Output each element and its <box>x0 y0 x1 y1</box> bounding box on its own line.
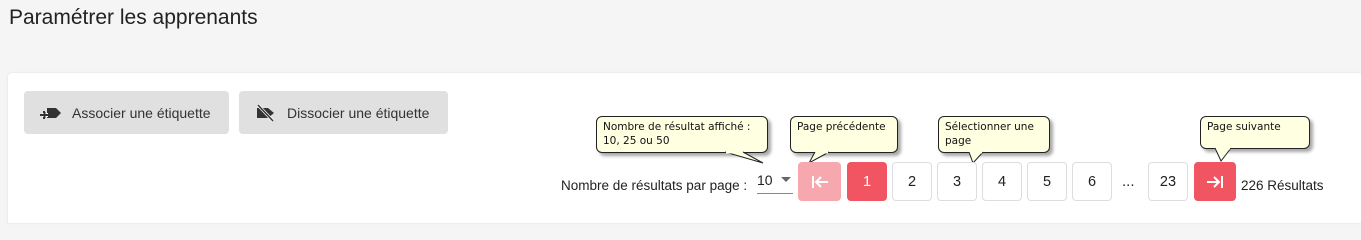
tag-off-icon <box>255 103 277 122</box>
first-page-icon <box>811 175 829 189</box>
tooltip-next-page: Page suivante <box>1200 116 1310 162</box>
associate-tag-button[interactable]: Associer une étiquette <box>24 91 229 134</box>
pagination-ellipsis: ... <box>1122 173 1135 190</box>
tooltip-next-page-text: Page suivante <box>1207 121 1281 133</box>
results-count: 226 Résultats <box>1241 178 1324 193</box>
page-number: 6 <box>1087 173 1097 190</box>
previous-page-button[interactable] <box>798 162 841 201</box>
tooltip-previous-page-text: Page précédente <box>797 121 886 133</box>
last-page-icon <box>1206 175 1224 189</box>
tooltip-select-page: Sélectionner une page <box>938 116 1050 164</box>
page-number: 3 <box>952 173 962 190</box>
per-page-value: 10 <box>757 171 773 188</box>
page-button-5[interactable]: 5 <box>1027 162 1067 201</box>
per-page-select[interactable]: 10 <box>757 166 793 194</box>
chevron-down-icon <box>780 177 791 182</box>
dissociate-tag-button[interactable]: Dissocier une étiquette <box>239 91 448 134</box>
page-number: 2 <box>907 173 917 190</box>
page-number: 4 <box>997 173 1007 190</box>
page-number: 23 <box>1159 173 1177 190</box>
associate-tag-label: Associer une étiquette <box>72 104 211 121</box>
tooltip-select-page-text: Sélectionner une page <box>945 121 1034 147</box>
page-button-2[interactable]: 2 <box>892 162 932 201</box>
tooltip-tail <box>1214 147 1232 162</box>
tooltip-previous-page: Page précédente <box>790 116 898 165</box>
page-button-1[interactable]: 1 <box>847 162 887 201</box>
page-title: Paramétrer les apprenants <box>9 6 258 29</box>
next-page-button[interactable] <box>1194 162 1236 201</box>
page-number: 1 <box>862 173 872 190</box>
page-button-4[interactable]: 4 <box>982 162 1022 201</box>
dissociate-tag-label: Dissocier une étiquette <box>287 104 430 121</box>
tooltip-tail <box>724 151 764 164</box>
tag-add-icon <box>40 105 62 121</box>
page-button-6[interactable]: 6 <box>1072 162 1112 201</box>
per-page-label: Nombre de résultats par page : <box>561 178 748 193</box>
tooltip-results-per-page: Nombre de résultat affiché : 10, 25 ou 5… <box>596 116 768 164</box>
page-number: 5 <box>1042 173 1052 190</box>
page-button-last[interactable]: 23 <box>1148 162 1188 201</box>
page-button-3[interactable]: 3 <box>937 162 977 201</box>
tooltip-results-per-page-text: Nombre de résultat affiché : 10, 25 ou 5… <box>603 121 751 147</box>
